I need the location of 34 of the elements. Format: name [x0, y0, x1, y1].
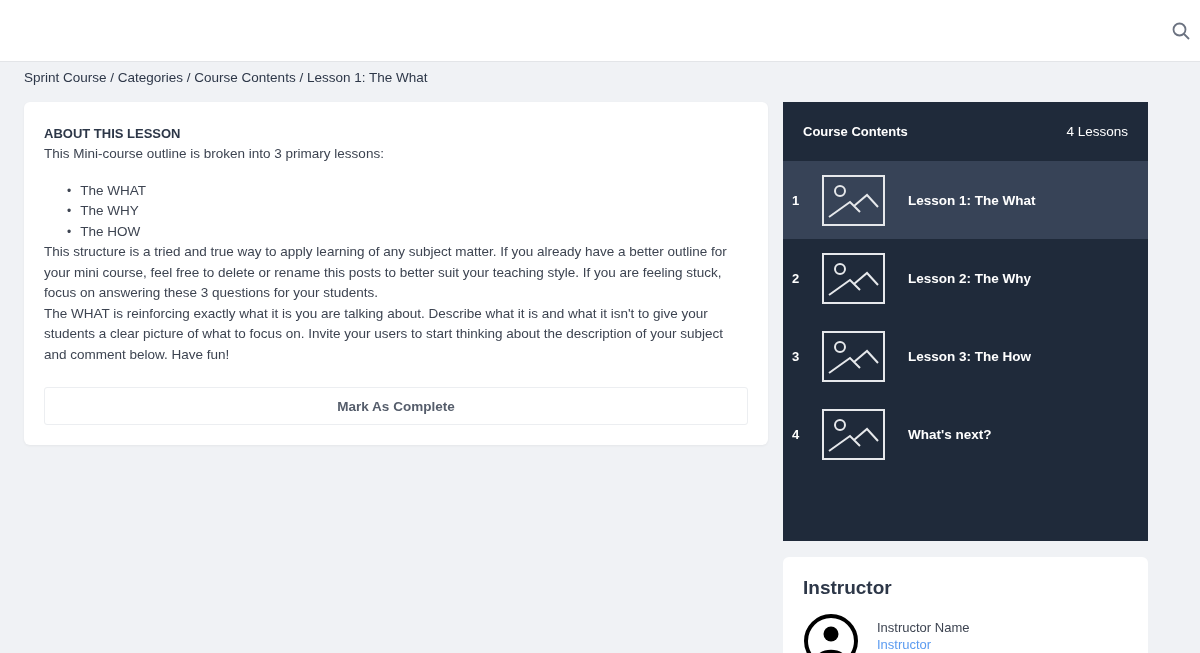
lesson-number: 2 [792, 270, 801, 286]
instructor-heading: Instructor [803, 577, 893, 599]
avatar-icon [803, 613, 859, 653]
lesson-intro: This Mini-course outline is broken into 3 primary lessons: [44, 145, 385, 163]
bullet-marker: • [67, 182, 72, 200]
mark-complete-button[interactable]: Mark As Complete [44, 387, 748, 425]
lesson-number: 3 [792, 348, 801, 364]
bullet-item: The WHAT [80, 181, 146, 200]
lesson-count: 4 Lessons [1066, 124, 1128, 139]
panel-title: Course Contents [803, 124, 908, 139]
lesson-item[interactable]: 4 What's next? [783, 395, 1148, 473]
image-icon [822, 252, 885, 304]
lesson-number: 4 [792, 426, 801, 442]
lesson-title: Lesson 1: The What [908, 192, 1036, 208]
lesson-item[interactable]: 2 Lesson 2: The Why [783, 239, 1148, 317]
bullet-marker: • [67, 203, 72, 220]
lesson-paragraph: This structure is a tried and true way to apply learning of any subject matter. If you already have a better outline for your mini course, feel free to delete or rename this posts to better suit your teaching style. If you are feeling stuck, focus on answering these 3 questions for your students. [44, 243, 728, 302]
lesson-heading: ABOUT THIS LESSON [44, 125, 182, 143]
breadcrumb[interactable]: Sprint Course / Categories / Course Contents / Lesson 1: The What [0, 62, 1200, 88]
lesson-item[interactable]: 1 Lesson 1: The What [783, 161, 1148, 239]
lesson-paragraph: The WHAT is reinforcing exactly what it is you are talking about. Describe what it is and what it isn't to give your students a clear picture of what to focus on. Invite your users to start thinking about the description of your subject and comment below. Have fun! [44, 304, 725, 364]
lesson-item[interactable]: 3 Lesson 3: The How [783, 317, 1148, 395]
bullet-item: The WHY [80, 202, 139, 220]
bullet-marker: • [67, 223, 72, 241]
image-icon [822, 174, 885, 226]
lesson-number: 1 [792, 192, 801, 208]
bullet-item: The HOW [80, 222, 141, 241]
instructor-name: Instructor Name [877, 620, 970, 635]
search-icon[interactable] [1172, 21, 1190, 40]
lesson-title: Lesson 2: The Why [908, 270, 1032, 286]
image-icon [822, 408, 885, 460]
image-icon [822, 330, 885, 382]
lesson-title: What's next? [908, 426, 992, 442]
lesson-title: Lesson 3: The How [908, 348, 1032, 364]
